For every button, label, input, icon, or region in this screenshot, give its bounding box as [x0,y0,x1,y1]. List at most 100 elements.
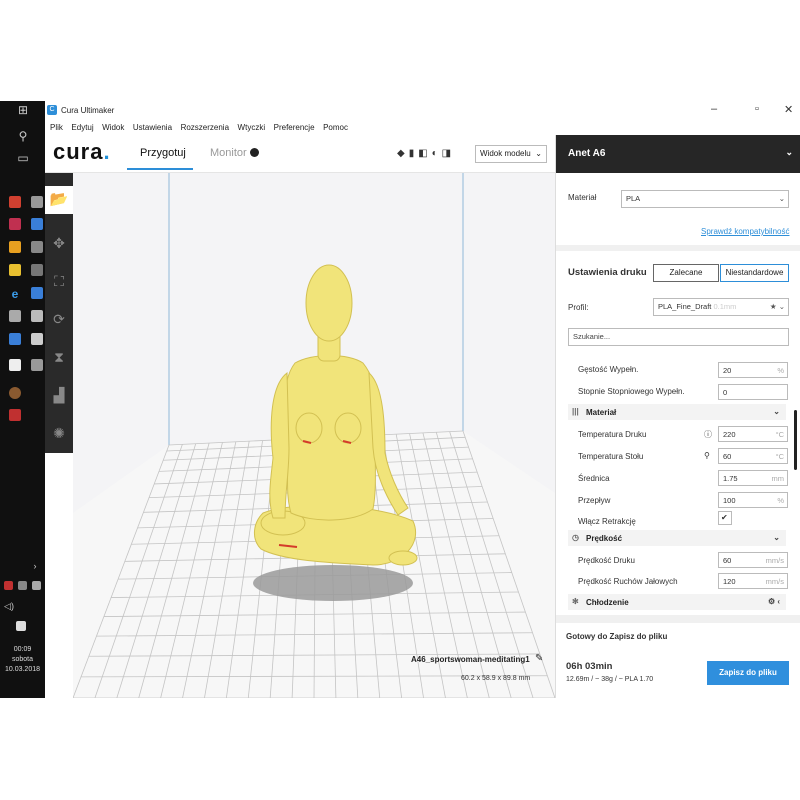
app-icon[interactable] [9,310,21,322]
edge-icon[interactable]: e [8,287,22,301]
category-speed[interactable]: ◷ Prędkość ⌄ [568,530,786,546]
move-tool-icon[interactable]: ✥ [47,231,71,255]
app-icon[interactable] [9,387,21,399]
menu-help[interactable]: Pomoc [323,123,348,132]
menu-settings[interactable]: Ustawienia [133,123,172,132]
app-icon[interactable] [31,241,43,253]
scale-tool-icon[interactable]: ⛶ [47,269,71,293]
star-icon: ★ ⌄ [769,302,785,311]
3d-model[interactable] [254,264,418,566]
menu-edit[interactable]: Edytuj [71,123,93,132]
menu-file[interactable]: Plik [50,123,63,132]
menu-plugins[interactable]: Wtyczki [238,123,266,132]
tab-monitor[interactable]: Monitor [210,147,259,159]
settings-scrollbar[interactable] [794,410,797,470]
cooling-category-icon: ✻ [572,597,579,606]
app-icon[interactable] [9,218,21,230]
app-icon[interactable] [31,264,43,276]
category-cooling[interactable]: ✻ Chłodzenie ⚙ ‹ [568,594,786,610]
menu-extensions[interactable]: Rozszerzenia [181,123,229,132]
menu-view[interactable]: Widok [102,123,124,132]
retraction-label: Włącz Retrakcję [578,517,636,526]
bed-temp-input[interactable]: 60 °C [718,448,788,464]
app-icon[interactable] [31,333,43,345]
tray-icon[interactable] [32,581,41,590]
task-view-icon[interactable]: ▭ [16,151,30,165]
app-icon[interactable] [9,409,21,421]
windows-start-icon[interactable]: ⊞ [16,103,30,117]
close-button[interactable]: ✕ [784,103,793,116]
section-divider [556,615,800,623]
support-blocker-icon[interactable]: ✺ [47,421,71,445]
minimize-button[interactable]: – [711,103,717,115]
bed-temp-label: Temperatura Stołu [578,452,644,461]
chevron-icon[interactable]: › [28,559,42,573]
taskbar-clock[interactable]: 00:09 sobota 10.03.2018 [0,645,45,675]
printer-selector[interactable]: Anet A6 ⌄ [556,135,800,173]
travel-speed-input[interactable]: 120 mm/s [718,573,788,589]
print-time: 06h 03min [566,661,613,672]
infill-density-label: Gęstość Wypełn. [578,365,639,374]
edit-name-icon[interactable]: ✎ [535,653,543,664]
chevron-down-icon: ⌄ [773,407,780,416]
custom-mode-button[interactable]: Niestandardowe [720,264,789,282]
check-compatibility-link[interactable]: Sprawdź kompatybilność [701,227,789,236]
tray-icon[interactable] [4,581,13,590]
gradual-infill-label: Stopnie Stopniowego Wypełn. [578,387,685,396]
open-file-icon[interactable]: 📂 [45,186,73,214]
link-icon[interactable]: ⚲ [704,451,710,460]
chevron-down-icon: ⌄ [778,194,785,203]
per-model-settings-icon[interactable]: ▟ [47,383,71,407]
app-icon[interactable] [9,333,21,345]
menu-bar: Plik Edytuj Widok Ustawienia Rozszerzeni… [45,119,800,135]
search-icon[interactable]: ⚲ [16,129,30,143]
rotate-tool-icon[interactable]: ⟳ [47,307,71,331]
print-settings-heading: Ustawienia druku [568,267,647,278]
chevron-down-icon: ⌄ [785,147,793,157]
print-temp-input[interactable]: 220 °C [718,426,788,442]
profile-select[interactable]: PLA_Fine_Draft 0.1mm ★ ⌄ [653,298,789,316]
category-material[interactable]: ||| Materiał ⌄ [568,404,786,420]
save-to-file-button[interactable]: Zapisz do pliku [707,661,789,685]
camera-view-icons[interactable]: ◆▮◧◐◨ [397,148,455,159]
app-icon[interactable] [9,196,21,208]
flow-label: Przepływ [578,496,611,505]
view-mode-select[interactable]: Widok modelu ⌄ [475,145,547,163]
settings-panel: Anet A6 ⌄ Materiał PLA ⌄ Sprawdź kompatyb… [555,135,800,698]
cura-logo: cura. [53,139,111,164]
app-icon[interactable] [31,310,43,322]
flow-input[interactable]: 100% [718,492,788,508]
windows-taskbar: ⊞ ⚲ ▭ e › ◁) [0,101,45,698]
diameter-input[interactable]: 1.75 mm [718,470,788,486]
document-icon[interactable] [9,359,21,371]
3d-viewport[interactable]: A46_sportswoman-meditating1 ✎ 60.2 x 58.… [73,173,555,698]
download-icon[interactable] [31,218,43,230]
volume-icon[interactable]: ◁) [2,599,16,613]
music-icon[interactable] [31,287,43,299]
active-tab-indicator [127,168,193,170]
model-dimensions: 60.2 x 58.9 x 89.8 mm [461,675,531,682]
retraction-checkbox[interactable]: ✔ [718,511,732,525]
tab-prepare[interactable]: Przygotuj [140,147,186,159]
notifications-icon[interactable] [16,621,26,631]
print-speed-label: Prędkość Druku [578,556,635,565]
menu-preferences[interactable]: Preferencje [274,123,315,132]
material-select[interactable]: PLA ⌄ [621,190,789,208]
app-icon[interactable] [31,196,43,208]
infill-density-input[interactable]: 20% [718,362,788,378]
maximize-button[interactable]: ▫ [755,103,759,115]
window-title: Cura Ultimaker [61,106,115,115]
tray-icon[interactable] [18,581,27,590]
gradual-infill-input[interactable]: 0 [718,384,788,400]
mirror-tool-icon[interactable]: ⧗ [47,345,71,369]
app-header: cura. Przygotuj Monitor ◆▮◧◐◨ Widok mode… [45,135,555,173]
print-speed-input[interactable]: 60 mm/s [718,552,788,568]
settings-search-input[interactable]: Szukanie... [568,328,789,346]
speed-category-icon: ◷ [572,533,579,542]
info-icon[interactable]: ⓘ [704,429,712,440]
folder-icon[interactable] [9,264,21,276]
recommended-mode-button[interactable]: Zalecane [653,264,719,282]
clock-date: 10.03.2018 [4,666,41,673]
app-icon[interactable] [31,359,43,371]
vlc-icon[interactable] [9,241,21,253]
